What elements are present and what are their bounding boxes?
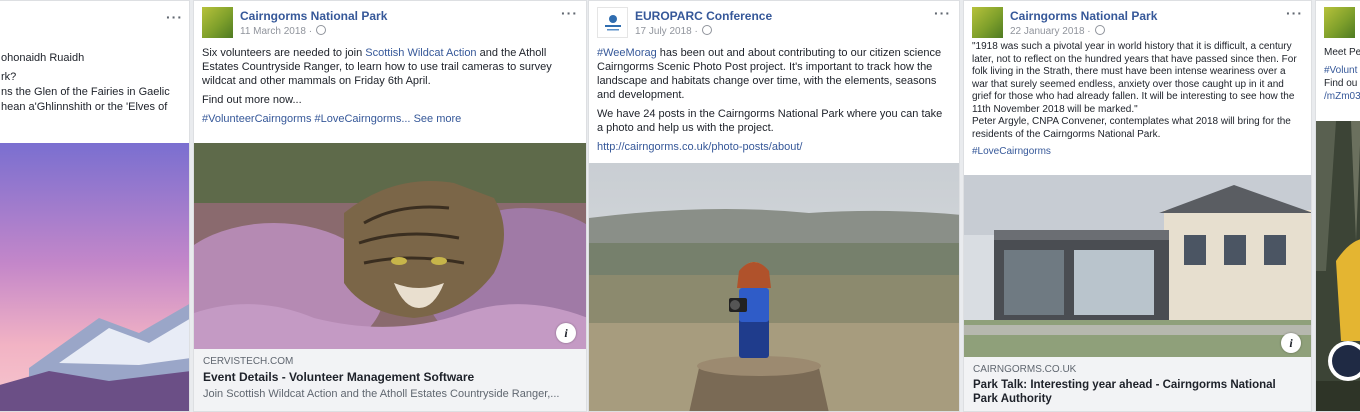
scottish-wildcat-action-link[interactable]: Scottish Wildcat Action [365, 47, 476, 59]
text-paragraph: We have 24 posts in the Cairngorms Natio… [597, 108, 943, 134]
cairngorms-logo-icon[interactable] [972, 7, 1003, 38]
text-line: Meet Pe [1324, 47, 1360, 58]
post-card-4: Meet Pe #Volunt Find ou /mZm03 [1315, 0, 1360, 412]
post-image-wildcat[interactable]: i [194, 143, 586, 351]
post-image-sunset-mountains[interactable] [0, 143, 189, 411]
attribution-text: Peter Argyle, CNPA Convener, contemplate… [972, 116, 1291, 140]
link-description: Join Scottish Wildcat Action and the Ath… [203, 388, 560, 400]
modern-building-illustration [964, 175, 1311, 359]
page-name-link[interactable]: Cairngorms National Park [1010, 9, 1157, 23]
link-preview[interactable]: CAIRNGORMS.CO.UK Park Talk: Interesting … [964, 357, 1311, 411]
see-more-link[interactable]: See more [414, 113, 462, 125]
link-domain: CAIRNGORMS.CO.UK [973, 364, 1077, 375]
post-date-text: 11 March 2018 · [240, 26, 313, 37]
post-card-wildcat: Cairngorms National Park 11 March 2018 ·… [193, 0, 587, 412]
more-options-icon[interactable]: ··· [934, 5, 951, 21]
link-preview[interactable]: CERVISTECH.COM Event Details - Volunteer… [194, 349, 586, 411]
link-title[interactable]: Park Talk: Interesting year ahead - Cair… [973, 378, 1302, 406]
europarc-emblem-icon [604, 14, 621, 30]
text-line[interactable]: #Volunt [1324, 64, 1360, 77]
post-text: Meet Pe #Volunt Find ou /mZm03 [1324, 46, 1360, 103]
post-image-lego-figure[interactable] [589, 163, 959, 411]
sunset-mountain-illustration [0, 143, 189, 411]
more-options-icon[interactable]: ··· [1286, 5, 1303, 21]
post-header: EUROPARC Conference 17 July 2018 · ··· [597, 5, 951, 38]
info-icon[interactable]: i [556, 323, 576, 343]
more-options-icon[interactable]: ··· [561, 5, 578, 21]
link-domain: CERVISTECH.COM [203, 356, 294, 367]
cairngorms-logo-icon[interactable] [1324, 7, 1355, 38]
lego-figure-on-post-illustration [589, 163, 959, 411]
post-header: Cairngorms National Park 22 January 2018… [972, 5, 1303, 38]
globe-icon [316, 25, 327, 35]
find-out-more-text: Find out more now... [202, 94, 302, 106]
cairngorms-logo-icon[interactable] [202, 7, 233, 38]
info-icon[interactable]: i [1281, 333, 1301, 353]
post-date-text: 17 July 2018 · [635, 26, 698, 37]
text-line: ohonaidh Ruaidh [1, 52, 85, 64]
page-name-link[interactable]: EUROPARC Conference [635, 9, 772, 23]
globe-icon [1094, 25, 1105, 35]
text-line[interactable]: /mZm03 [1324, 90, 1360, 103]
text-line: ns the Glen of the Fairies in Gaelic [1, 86, 170, 98]
post-date[interactable]: 22 January 2018 · [1010, 25, 1105, 37]
text-line: rk? [1, 71, 17, 83]
post-date-text: 22 January 2018 · [1010, 26, 1091, 37]
text-segment: Six volunteers are needed to join [202, 47, 366, 59]
text-line: Find ou [1324, 78, 1358, 89]
post-text: #WeeMorag has been out and about contrib… [597, 46, 949, 159]
link-title[interactable]: Event Details - Volunteer Management Sof… [203, 370, 577, 385]
text-line: hean a'Ghlinnshith or the 'Elves of [1, 101, 168, 113]
volunteer-photo-illustration [1316, 121, 1360, 411]
post-card-europarc: EUROPARC Conference 17 July 2018 · ··· #… [588, 0, 960, 412]
more-options-icon[interactable]: ··· [166, 9, 183, 25]
post-image-building[interactable]: i [964, 175, 1311, 359]
post-date[interactable]: 17 July 2018 · [635, 25, 712, 37]
post-card-park-talk: Cairngorms National Park 22 January 2018… [963, 0, 1312, 412]
post-image-volunteer[interactable] [1316, 121, 1360, 411]
wildcat-in-heather-illustration [194, 143, 586, 351]
page-name-link[interactable]: Cairngorms National Park [240, 9, 387, 23]
hashtags-link[interactable]: #VolunteerCairngorms #LoveCairngorms... [202, 113, 411, 125]
globe-icon [701, 25, 712, 35]
post-text: ohonaidh Ruaidh rk? ns the Glen of the F… [1, 51, 185, 115]
post-text: Six volunteers are needed to join Scotti… [202, 46, 576, 131]
europarc-logo-icon[interactable] [597, 7, 628, 38]
post-text: "1918 was such a pivotal year in world h… [972, 41, 1301, 159]
post-date[interactable]: 11 March 2018 · [240, 25, 327, 37]
photo-posts-url-link[interactable]: http://cairngorms.co.uk/photo-posts/abou… [597, 140, 949, 154]
post-card-0: ··· ohonaidh Ruaidh rk? ns the Glen of t… [0, 0, 190, 412]
post-header: Cairngorms National Park 11 March 2018 ·… [202, 5, 578, 38]
weemorag-hashtag-link[interactable]: #WeeMorag [597, 47, 657, 59]
lovecairngorms-hashtag-link[interactable]: #LoveCairngorms [972, 146, 1301, 159]
quote-text: "1918 was such a pivotal year in world h… [972, 41, 1297, 115]
